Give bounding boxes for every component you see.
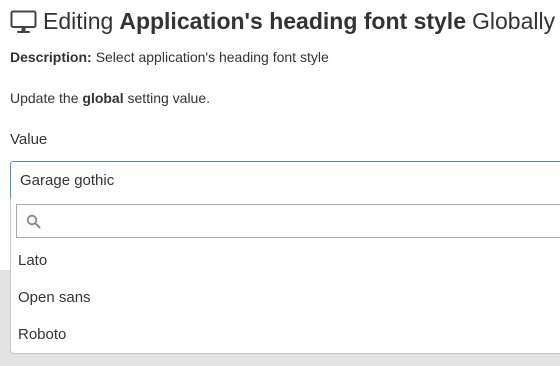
option-open-sans[interactable]: Open sans	[11, 279, 560, 316]
title-suffix: Globally	[472, 8, 556, 34]
value-select[interactable]: Garage gothic	[10, 161, 560, 199]
setting-description: Description: Select application's heading…	[10, 49, 329, 65]
update-text-after: setting value.	[123, 90, 211, 106]
description-label: Description:	[10, 49, 92, 65]
update-text-before: Update the	[10, 90, 83, 106]
search-icon	[26, 214, 41, 229]
value-dropdown: Lato Open sans Roboto	[10, 198, 560, 354]
monitor-icon	[10, 10, 37, 33]
option-roboto[interactable]: Roboto	[11, 316, 560, 353]
title-prefix: Editing	[43, 8, 114, 34]
update-instructions: Update the global setting value.	[10, 90, 210, 106]
option-lato[interactable]: Lato	[11, 242, 560, 279]
setting-name: Application's heading font style	[119, 8, 466, 34]
dropdown-search[interactable]	[16, 204, 560, 238]
option-list: Lato Open sans Roboto	[11, 242, 560, 353]
search-input[interactable]	[47, 208, 547, 234]
value-label: Value	[10, 131, 48, 148]
update-scope: global	[82, 90, 124, 106]
description-text: Select application's heading font style	[95, 49, 329, 65]
selected-value: Garage gothic	[20, 172, 115, 189]
page-title: Editing Application's heading font style…	[10, 8, 555, 35]
